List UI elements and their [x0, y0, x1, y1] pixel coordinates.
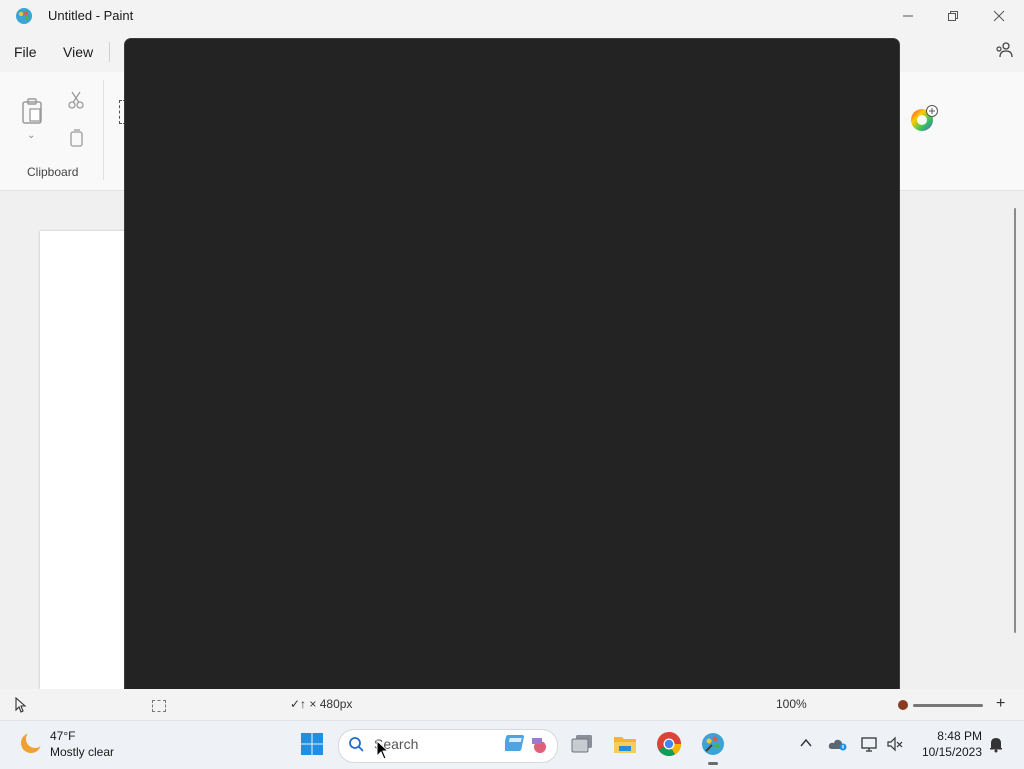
weather-description[interactable]: Mostly clear [50, 745, 114, 759]
ribbon-divider [103, 80, 104, 180]
weather-temperature[interactable]: 47°F [50, 729, 75, 743]
notification-bell-icon[interactable] [987, 735, 1005, 753]
minimize-icon [903, 15, 913, 17]
chevron-down-icon[interactable]: ⌄ [27, 130, 35, 141]
zoom-level-text: 100% [776, 697, 807, 711]
copy-icon[interactable] [66, 128, 86, 148]
weather-moon-icon[interactable] [18, 730, 44, 756]
menu-divider [109, 42, 110, 62]
vertical-scrollbar[interactable] [1014, 208, 1016, 633]
close-button[interactable] [976, 0, 1022, 32]
title-bar [0, 0, 1024, 32]
volume-muted-icon[interactable] [886, 735, 904, 753]
zoom-slider-thumb[interactable] [898, 700, 908, 710]
search-icon [349, 737, 364, 752]
clock-date[interactable]: 10/15/2023 [914, 745, 982, 759]
clipboard-group-label: Clipboard [27, 165, 79, 179]
paste-icon[interactable] [20, 98, 44, 124]
menu-view[interactable]: View [63, 44, 93, 60]
clock-time[interactable]: 8:48 PM [930, 729, 982, 743]
restore-button[interactable] [930, 0, 976, 32]
paint-app-taskbar-icon[interactable] [700, 731, 726, 757]
zoom-in-button[interactable]: + [996, 695, 1005, 713]
window-title: Untitled - Paint [48, 8, 134, 23]
windows-start-icon[interactable] [300, 732, 324, 756]
restore-icon [948, 11, 958, 21]
network-icon[interactable] [860, 735, 878, 753]
edit-colors-icon[interactable] [909, 104, 939, 134]
zoom-slider[interactable] [913, 704, 983, 707]
cut-icon[interactable] [66, 90, 86, 110]
chrome-icon[interactable] [656, 731, 682, 757]
task-view-icon[interactable] [569, 731, 595, 757]
onedrive-icon[interactable] [828, 736, 848, 752]
menu-file[interactable]: File [14, 44, 37, 60]
chevron-up-icon[interactable] [798, 736, 814, 750]
minimize-button[interactable] [885, 0, 931, 32]
active-app-indicator [708, 762, 718, 765]
canvas-size-text: ✓↑ × 480px [290, 697, 353, 711]
selection-size-icon [152, 700, 166, 712]
dark-overlay-panel [125, 39, 899, 706]
paint-app-icon [16, 8, 32, 24]
file-explorer-icon[interactable] [612, 731, 638, 757]
share-icon[interactable] [994, 40, 1014, 60]
mouse-cursor-icon [376, 740, 390, 760]
close-icon [993, 10, 1005, 22]
search-highlight-icon[interactable] [505, 732, 551, 756]
pointer-position-icon [15, 697, 27, 713]
drawing-canvas[interactable] [40, 231, 130, 689]
